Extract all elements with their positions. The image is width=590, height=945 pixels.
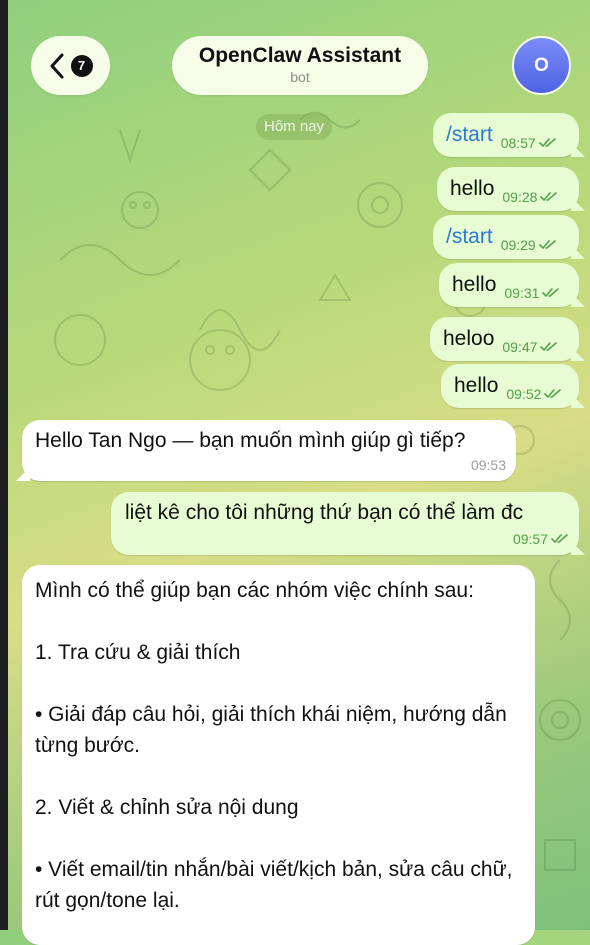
double-check-icon — [544, 389, 562, 399]
bot-avatar[interactable]: O — [512, 36, 571, 95]
message-bubble[interactable]: Hello Tan Ngo — bạn muốn mình giúp gì ti… — [22, 420, 516, 481]
chat-title: OpenClaw Assistant — [198, 44, 402, 67]
message-text: Hello Tan Ngo — bạn muốn mình giúp gì ti… — [35, 429, 466, 452]
double-check-icon — [540, 342, 558, 352]
message-time: 09:29 — [500, 237, 536, 253]
message-meta: 09:31 — [504, 285, 560, 301]
reply-bullet: • Giải đáp câu hỏi, giải thích khái niệm… — [35, 703, 507, 757]
unread-count-badge: 7 — [70, 54, 93, 77]
double-check-icon — [540, 192, 558, 202]
double-check-icon — [538, 240, 556, 250]
date-separator: Hôm nay — [256, 114, 333, 140]
reply-intro: Mình có thể giúp bạn các nhóm việc chính… — [35, 579, 474, 602]
message-time: 09:28 — [502, 189, 538, 205]
message-text: heloo — [443, 327, 495, 350]
message-time: 09:53 — [470, 457, 506, 473]
message-meta: 08:57 — [501, 135, 557, 151]
message-bubble[interactable]: hello 09:31 — [439, 263, 579, 307]
message-meta: 09:29 — [501, 237, 557, 253]
message-time: 09:57 — [512, 531, 548, 547]
message-text: hello — [454, 374, 499, 397]
reply-section-heading: 1. Tra cứu & giải thích — [35, 641, 241, 664]
message-bubble[interactable]: /start 09:29 — [433, 215, 579, 259]
message-bubble[interactable]: hello 09:28 — [437, 167, 579, 211]
message-meta: 09:47 — [502, 339, 558, 355]
message-bubble[interactable]: hello 09:52 — [441, 364, 579, 408]
bot-reply-bubble[interactable]: Mình có thể giúp bạn các nhóm việc chính… — [22, 565, 535, 945]
message-time: 09:52 — [506, 386, 542, 402]
command-link[interactable]: /start — [446, 123, 493, 147]
chat-title-header[interactable]: OpenClaw Assistant bot — [172, 36, 428, 95]
reply-section-heading: 2. Viết & chỉnh sửa nội dung — [35, 796, 299, 819]
command-link[interactable]: /start — [446, 225, 493, 249]
message-bubble[interactable]: liệt kê cho tôi những thứ bạn có thể làm… — [111, 492, 579, 555]
message-text: hello — [450, 177, 495, 200]
message-text: hello — [452, 273, 497, 296]
window-edge — [0, 0, 8, 930]
message-bubble[interactable]: /start 08:57 — [433, 113, 579, 157]
message-bubble[interactable]: heloo 09:47 — [430, 317, 579, 361]
back-button[interactable]: 7 — [31, 36, 110, 95]
chevron-left-icon — [50, 53, 63, 78]
double-check-icon — [538, 138, 556, 148]
message-meta: 09:52 — [506, 386, 562, 402]
chat-subtitle: bot — [290, 69, 310, 85]
message-time: 09:47 — [502, 339, 538, 355]
message-time: 09:31 — [504, 285, 540, 301]
message-text: liệt kê cho tôi những thứ bạn có thể làm… — [125, 501, 524, 524]
message-time: 08:57 — [500, 135, 536, 151]
double-check-icon — [542, 288, 560, 298]
reply-bullet: • Viết email/tin nhắn/bài viết/kịch bản,… — [35, 858, 513, 912]
double-check-icon — [551, 534, 568, 544]
message-meta: 09:28 — [502, 189, 558, 205]
message-meta: 09:57 — [513, 531, 569, 547]
